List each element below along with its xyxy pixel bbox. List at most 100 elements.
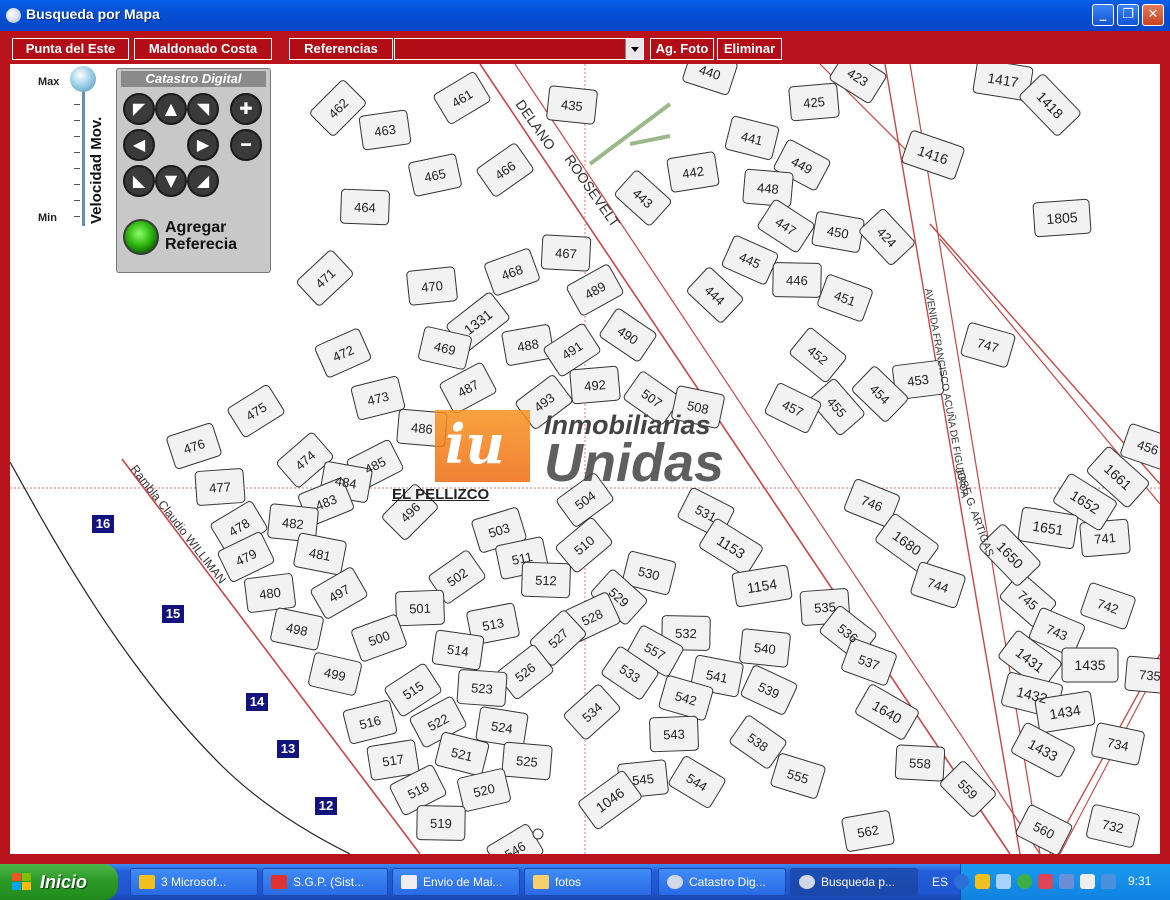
lot-number: 486 bbox=[410, 420, 433, 437]
task-envio[interactable]: Envio de Mai... bbox=[392, 868, 520, 896]
maximize-button[interactable]: ❐ bbox=[1117, 4, 1139, 26]
taskbar: Inicio 3 Microsof... S.G.P. (Sist... Env… bbox=[0, 864, 1170, 900]
tray-monitor-icon[interactable] bbox=[1101, 874, 1116, 889]
add-reference-button[interactable]: Agregar Referecia bbox=[165, 219, 237, 253]
tray-back-icon[interactable] bbox=[954, 874, 969, 889]
cadastral-map[interactable]: 462 463 461 435 440 425 423 1417 1418 465 466 464 44… bbox=[10, 64, 1160, 854]
add-reference-icon[interactable] bbox=[123, 219, 159, 255]
eliminar-button[interactable]: Eliminar bbox=[717, 38, 782, 60]
beach-marker[interactable]: 16 bbox=[92, 515, 114, 533]
watermark-logo: iu bbox=[435, 410, 530, 482]
tray-star-icon[interactable] bbox=[996, 874, 1011, 889]
outlook-icon bbox=[139, 875, 155, 889]
pan-left-icon[interactable]: ◀ bbox=[123, 129, 155, 161]
lot-number: 425 bbox=[803, 94, 826, 111]
zoom-out-icon[interactable]: ━ bbox=[230, 129, 262, 161]
velocity-max-label: Max bbox=[38, 76, 60, 88]
lot-number: 558 bbox=[909, 755, 931, 771]
lot-number: 492 bbox=[584, 377, 607, 394]
ag-foto-button[interactable]: Ag. Foto bbox=[650, 38, 714, 60]
close-button[interactable]: ✕ bbox=[1142, 4, 1164, 26]
lot-number: 532 bbox=[675, 626, 697, 641]
start-button[interactable]: Inicio bbox=[0, 864, 118, 900]
velocity-slider[interactable]: Max Min Velocidad Mov. bbox=[32, 64, 122, 239]
zoom-in-icon[interactable]: ✚ bbox=[230, 93, 262, 125]
task-microsoft[interactable]: 3 Microsof... bbox=[130, 868, 258, 896]
beach-marker[interactable]: 14 bbox=[246, 693, 268, 711]
windows-flag-icon bbox=[12, 873, 32, 891]
pan-down-right-icon[interactable]: ◢ bbox=[187, 165, 219, 197]
lot-number: 477 bbox=[209, 479, 232, 495]
window-title: Busqueda por Mapa bbox=[26, 6, 160, 22]
green-strip bbox=[588, 102, 672, 166]
clock: 9:31 bbox=[1128, 874, 1152, 888]
pan-up-right-icon[interactable]: ◥ bbox=[187, 93, 219, 125]
place-label: EL PELLIZCO bbox=[392, 486, 490, 503]
tray-outlook-icon[interactable] bbox=[975, 874, 990, 889]
punta-del-este-button[interactable]: Punta del Este bbox=[12, 38, 129, 60]
language-indicator[interactable]: ES bbox=[932, 875, 948, 889]
busqueda-app-icon bbox=[799, 875, 815, 889]
referencias-select[interactable] bbox=[394, 38, 644, 60]
lot-number: 446 bbox=[786, 273, 808, 288]
tray-network-icon[interactable] bbox=[1059, 874, 1074, 889]
app-frame: Punta del Este Maldonado Costa Referenci… bbox=[0, 31, 1170, 864]
beach-marker[interactable]: 15 bbox=[162, 605, 184, 623]
start-label: Inicio bbox=[40, 872, 88, 892]
lot-number: 482 bbox=[281, 515, 304, 532]
lot-number: 453 bbox=[906, 372, 929, 390]
lot-number: 1805 bbox=[1046, 209, 1078, 227]
task-sgp-label: S.G.P. (Sist... bbox=[293, 875, 365, 889]
pan-up-icon[interactable]: ▲ bbox=[155, 93, 187, 125]
lot-number: 514 bbox=[446, 642, 470, 660]
chevron-down-icon[interactable] bbox=[625, 39, 643, 59]
lot-number: 512 bbox=[535, 573, 557, 589]
watermark-logo-text: iu bbox=[445, 412, 505, 476]
lot-number: 501 bbox=[409, 601, 431, 617]
task-sgp[interactable]: S.G.P. (Sist... bbox=[262, 868, 388, 896]
panel-title: Catastro Digital bbox=[121, 71, 266, 87]
street-label-artigas: JOSE G. ARTIGAS bbox=[952, 466, 995, 558]
task-busqueda[interactable]: Busqueda p... bbox=[790, 868, 918, 896]
title-bar: Busqueda por Mapa _ ❐ ✕ bbox=[0, 0, 1170, 31]
task-catastro-label: Catastro Dig... bbox=[689, 875, 766, 889]
watermark-line2: Unidas bbox=[544, 433, 725, 493]
task-microsoft-label: 3 Microsof... bbox=[161, 875, 227, 889]
velocity-track[interactable] bbox=[82, 76, 85, 226]
pan-down-icon[interactable]: ▼ bbox=[155, 165, 187, 197]
velocity-knob[interactable] bbox=[70, 66, 96, 92]
task-fotos-label: fotos bbox=[555, 875, 582, 889]
add-reference-line1: Agregar bbox=[165, 219, 227, 236]
sgp-icon bbox=[271, 875, 287, 889]
lot-number: 480 bbox=[258, 585, 281, 603]
tray-app-icon[interactable] bbox=[1038, 874, 1053, 889]
pan-up-left-icon[interactable]: ◤ bbox=[123, 93, 155, 125]
maldonado-costa-button[interactable]: Maldonado Costa bbox=[134, 38, 272, 60]
folder-icon bbox=[533, 875, 549, 889]
lot-number: 535 bbox=[814, 599, 837, 615]
task-catastro[interactable]: Catastro Dig... bbox=[658, 868, 786, 896]
pan-right-icon[interactable]: ▶ bbox=[187, 129, 219, 161]
lot-number: 463 bbox=[373, 122, 397, 140]
green-strip-2 bbox=[629, 134, 671, 146]
tray-volume-icon[interactable] bbox=[1080, 874, 1095, 889]
referencias-label: Referencias bbox=[289, 38, 393, 60]
beach-marker[interactable]: 12 bbox=[315, 797, 337, 815]
catastro-app-icon bbox=[667, 875, 683, 889]
velocity-min-label: Min bbox=[38, 212, 57, 224]
minimize-button[interactable]: _ bbox=[1092, 4, 1114, 26]
tray-antivirus-icon[interactable] bbox=[1017, 874, 1032, 889]
lot-number: 525 bbox=[515, 753, 538, 770]
task-busqueda-label: Busqueda p... bbox=[821, 875, 896, 889]
mail-icon bbox=[401, 875, 417, 889]
lot-number: 448 bbox=[756, 180, 779, 197]
cul-de-sac bbox=[532, 828, 544, 840]
pan-down-left-icon[interactable]: ◣ bbox=[123, 165, 155, 197]
beach-marker[interactable]: 13 bbox=[277, 740, 299, 758]
task-envio-label: Envio de Mai... bbox=[423, 875, 503, 889]
task-fotos[interactable]: fotos bbox=[524, 868, 652, 896]
lot-number: 543 bbox=[663, 727, 685, 743]
lot-number: 467 bbox=[555, 245, 577, 261]
lot-number: 470 bbox=[420, 278, 443, 295]
lot-number: 435 bbox=[560, 97, 583, 114]
